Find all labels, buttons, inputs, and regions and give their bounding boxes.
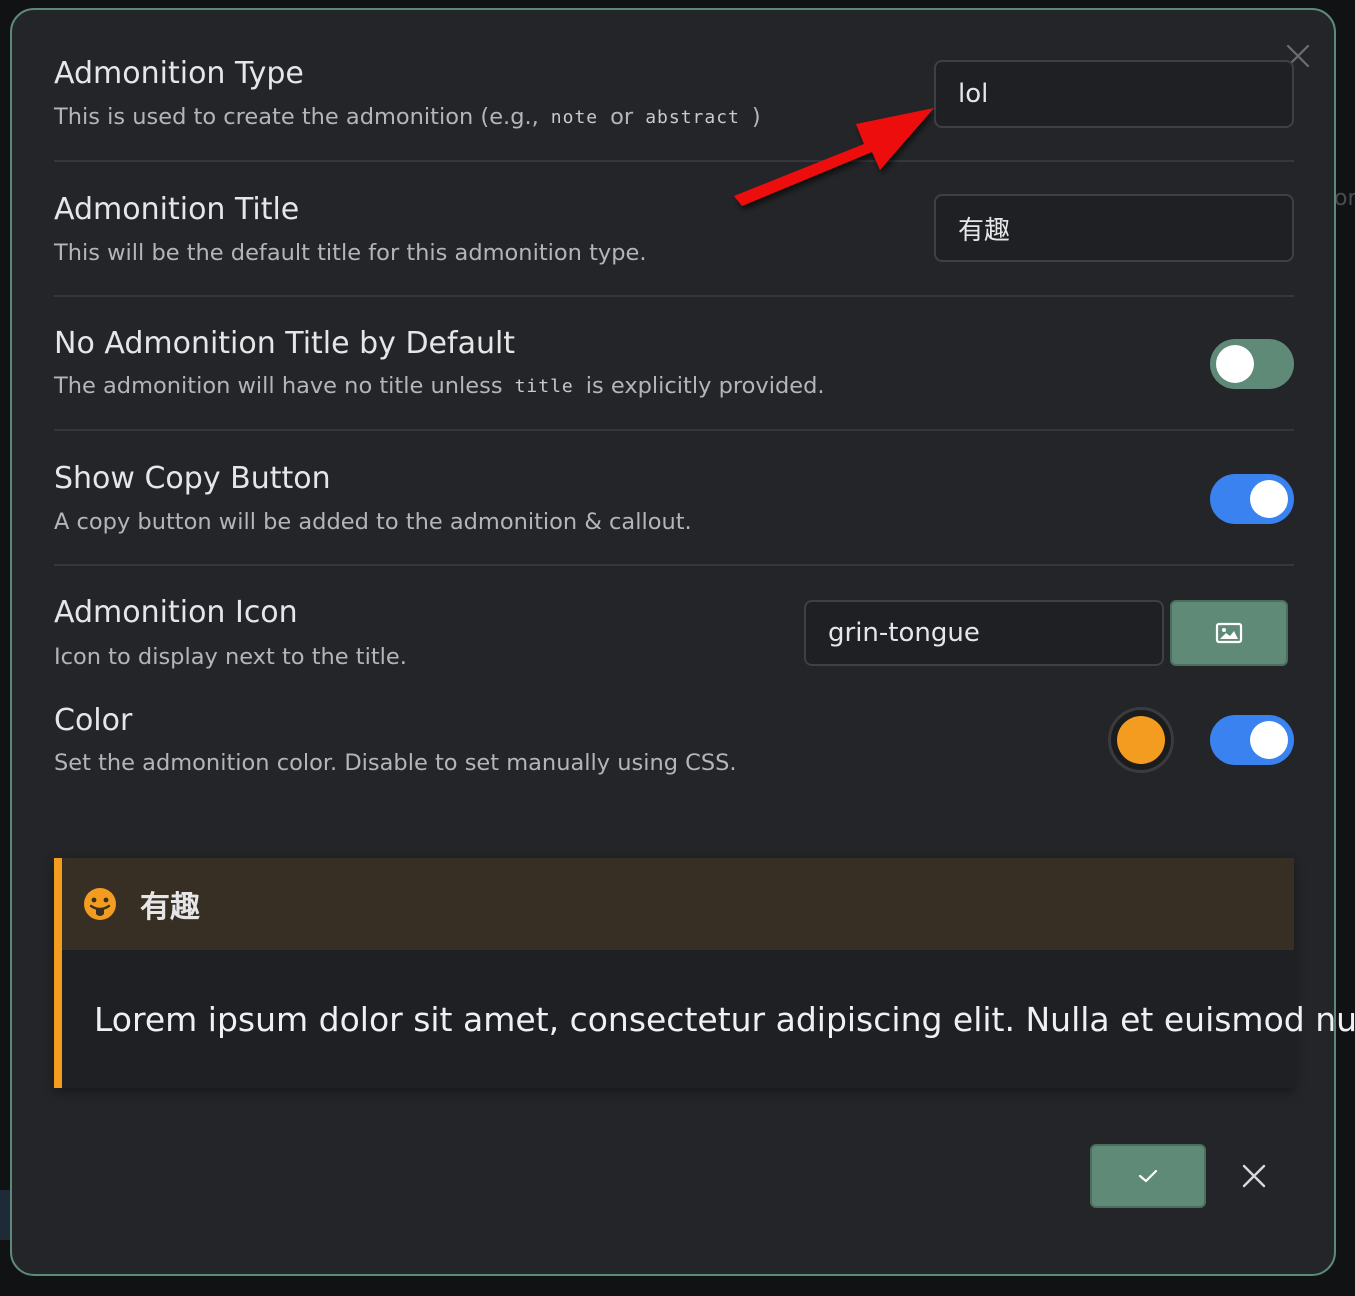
desc-text: The admonition will have no title unless	[54, 373, 503, 399]
checkmark-icon	[1138, 1169, 1158, 1183]
icon-picker-button[interactable]	[1170, 600, 1288, 666]
admonition-settings-modal: Admonition Type This is used to create t…	[10, 8, 1355, 1276]
setting-description: This is used to create the admonition (e…	[54, 104, 761, 130]
desc-text: This is used to create the admonition (e…	[54, 104, 539, 130]
setting-description: Icon to display next to the title.	[54, 644, 407, 670]
setting-name: No Admonition Title by Default	[54, 326, 516, 361]
setting-name: Admonition Type	[54, 56, 304, 91]
color-swatch-fill	[1117, 716, 1165, 764]
setting-name: Color	[54, 703, 133, 738]
setting-description: A copy button will be added to the admon…	[54, 509, 692, 535]
preview-title: 有趣	[140, 890, 200, 925]
toggle-knob	[1250, 721, 1288, 759]
setting-description: Set the admonition color. Disable to set…	[54, 750, 737, 776]
backdrop-sidebar-edge	[0, 1190, 10, 1240]
color-toggle[interactable]	[1210, 715, 1294, 765]
setting-name: Show Copy Button	[54, 461, 331, 496]
close-icon	[1242, 1164, 1266, 1188]
setting-admonition-icon: Admonition Icon Icon to display next to …	[54, 566, 1294, 676]
preview-content: Lorem ipsum dolor sit amet, consectetur …	[94, 1000, 1355, 1039]
image-icon	[1215, 622, 1243, 644]
setting-color: Color Set the admonition color. Disable …	[54, 676, 1294, 786]
grin-tongue-icon	[84, 888, 116, 920]
setting-description: The admonition will have no title unless…	[54, 373, 825, 399]
admonition-icon-input[interactable]: grin-tongue	[804, 600, 1164, 666]
code-note: note	[550, 106, 599, 128]
admonition-title-input[interactable]: 有趣	[934, 194, 1294, 262]
toggle-knob	[1216, 345, 1254, 383]
toggle-knob	[1250, 480, 1288, 518]
setting-name: Admonition Title	[54, 192, 300, 227]
code-title: title	[514, 375, 574, 397]
confirm-button[interactable]	[1090, 1144, 1206, 1208]
desc-text: or	[610, 104, 634, 130]
setting-admonition-type: Admonition Type This is used to create t…	[54, 10, 1294, 162]
no-title-toggle[interactable]	[1210, 339, 1294, 389]
preview-title-bar: 有趣	[62, 858, 1294, 950]
color-picker[interactable]	[1108, 707, 1174, 773]
backdrop-text: or	[1334, 186, 1355, 211]
admonition-preview: 有趣 Lorem ipsum dolor sit amet, consectet…	[54, 858, 1355, 1088]
setting-copy-button: Show Copy Button A copy button will be a…	[54, 431, 1294, 566]
desc-text: is explicitly provided.	[585, 373, 825, 399]
admonition-type-input[interactable]: lol	[934, 60, 1294, 128]
setting-no-title: No Admonition Title by Default The admon…	[54, 297, 1294, 431]
cancel-button[interactable]	[1234, 1156, 1274, 1196]
annotation-arrow	[734, 108, 934, 206]
setting-description: This will be the default title for this …	[54, 240, 647, 266]
setting-name: Admonition Icon	[54, 595, 298, 630]
setting-admonition-title: Admonition Title This will be the defaul…	[54, 162, 1294, 297]
copy-button-toggle[interactable]	[1210, 474, 1294, 524]
